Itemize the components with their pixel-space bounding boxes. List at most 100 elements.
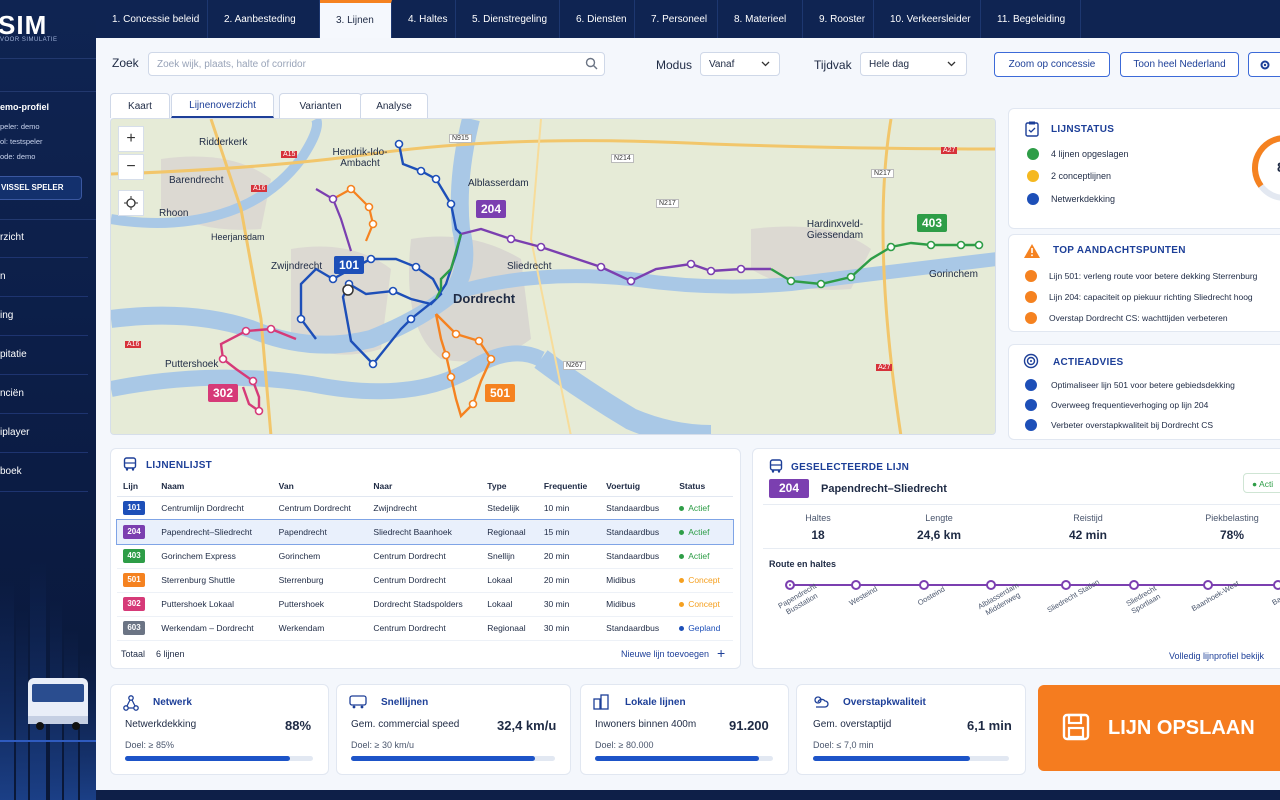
full-profile-link[interactable]: Volledig lijnprofiel bekijk [1169,651,1264,661]
settings-button[interactable] [1248,52,1280,77]
search-label: Zoek [112,56,139,70]
map-place-label: Heerjansdam [211,232,265,242]
attention-item: Lijn 204: capaciteit op piekuur richting… [1049,292,1253,302]
tab-tender[interactable]: 2. Aanbesteding [208,0,320,38]
map-line-badge-302[interactable]: 302 [208,384,238,402]
map-tab-kaart[interactable]: Kaart [110,93,170,118]
route-stop-marker[interactable] [1203,580,1213,590]
kpi-value: 6,1 min [967,718,1012,733]
tab-roster[interactable]: 9. Rooster [803,0,874,38]
main-content: Zoek Zoek wijk, plaats, halte of corrido… [96,38,1280,790]
lightning-icon [1025,399,1037,411]
map-tab-varianten[interactable]: Varianten [279,93,362,118]
nav-item-ing[interactable]: ing [0,298,88,336]
search-input[interactable]: Zoek wijk, plaats, halte of corridor [148,52,605,76]
map-line-badge-403[interactable]: 403 [917,214,947,232]
divider [0,58,96,59]
table-cell-lijn: 204 [117,520,156,545]
map-place-label: Alblasserdam [468,178,529,189]
route-map[interactable]: Ridderkerk Hendrik-Ido-Ambacht Barendrec… [110,118,996,435]
table-cell-voertuig: Standaardbus [600,544,674,569]
status-dot [679,578,685,584]
table-row[interactable]: 204 Papendrecht–Sliedrecht Papendrecht Slie… [116,519,734,545]
kpi-progress [813,756,1009,761]
status-text: Concept [688,575,720,585]
route-stop-marker[interactable] [919,580,929,590]
kpi-value: 91.200 [729,718,769,733]
kpi-progress-fill [813,756,970,761]
nav-item-n[interactable]: n [0,259,88,297]
tab-timetable[interactable]: 5. Dienstregeling [456,0,560,38]
map-place-label: Puttershoek [165,359,219,370]
total-label: Totaal [121,649,146,659]
table-cell-freq: 20 min [537,544,601,569]
table-row[interactable]: 501 Sterrenburg Shuttle Sterrenburg Centrum… [117,568,733,593]
nav-item-capacity[interactable]: pitatie [0,337,88,375]
table-cell-voertuig: Midibus [600,592,674,617]
tab-services[interactable]: 6. Diensten [560,0,635,38]
app-logo-subtitle: VOOR SIMULATIE [0,37,58,43]
add-line-link[interactable]: Nieuwe lijn toevoegen [621,649,709,659]
profile-line: ode: demo [0,152,36,161]
tab-concession[interactable]: 1. Concessie beleid [96,0,208,38]
zoom-in-button[interactable]: + [118,126,144,152]
locate-button[interactable] [118,190,144,216]
warning-icon [1024,244,1040,258]
nav-item-finance[interactable]: nciën [0,376,88,414]
table-cell-lijn: 302 [117,592,156,617]
table-row[interactable]: 101 Centrumlijn Dordrecht Centrum Dordrech… [117,496,733,521]
line-badge: 302 [123,597,145,611]
tab-traffic-controller[interactable]: 10. Verkeersleider [874,0,981,38]
road-shield: N267 [563,361,586,370]
table-cell-voertuig: Standaardbus [600,520,674,545]
status-dot [679,626,685,632]
zoom-concession-button[interactable]: Zoom op concessie [994,52,1110,77]
kpi-title: Lokale lijnen [625,697,686,708]
map-tab-analyse[interactable]: Analyse [360,93,428,118]
kpi-label: Inwoners binnen 400m [595,719,697,730]
line-badge: 101 [123,501,145,515]
selected-line-title: GESELECTEERDE LIJN [791,462,910,473]
tab-vehicles[interactable]: 8. Materieel [718,0,803,38]
nav-item-overview[interactable]: rzicht [0,220,88,258]
tab-guidance[interactable]: 11. Begeleiding [981,0,1081,38]
line-status-title: LIJNSTATUS [1051,124,1115,135]
switch-player-button[interactable]: VISSEL SPELER [0,176,82,200]
route-stop-marker[interactable] [785,580,795,590]
plus-icon[interactable]: + [717,645,725,661]
line-badge: 501 [123,573,145,587]
nav-item-book[interactable]: boek [0,454,88,492]
tijdvak-label: Tijdvak [814,58,852,72]
buildings-icon [593,694,609,710]
route-stop-label: Westeind [847,584,879,608]
status-concept: 2 conceptlijnen [1051,171,1112,181]
table-row[interactable]: 403 Gorinchem Express Gorinchem Centrum Dor… [117,544,733,569]
tab-personnel[interactable]: 7. Personeel [635,0,718,38]
crosshair-icon [124,196,138,210]
status-badge-text: Acti [1259,479,1274,489]
table-cell-van: Gorinchem [272,544,368,569]
map-tab-lijnenoverzicht[interactable]: Lijnenoverzicht [171,93,274,118]
zoom-out-button[interactable]: − [118,154,144,180]
tab-stops[interactable]: 4. Haltes [392,0,456,38]
table-row[interactable]: 603 Werkendam – Dordrecht Werkendam Centrum… [117,616,733,641]
tab-lines[interactable]: 3. Lijnen [320,0,392,38]
lightning-icon [1025,379,1037,391]
map-line-badge-204[interactable]: 204 [476,200,506,218]
save-line-button[interactable]: LIJN OPSLAAN [1038,685,1280,771]
col-header: Status [673,476,733,497]
route-stop-marker[interactable] [1129,580,1139,590]
nav-item-multiplayer[interactable]: iplayer [0,415,88,453]
table-cell-van: Werkendam [272,616,368,641]
route-stop-marker[interactable] [1061,580,1071,590]
route-stop-marker[interactable] [1273,580,1280,590]
attention-item: Lijn 501: verleng route voor betere dekk… [1049,271,1258,281]
map-line-badge-501[interactable]: 501 [485,384,515,402]
route-stop-marker[interactable] [851,580,861,590]
route-stop-marker[interactable] [986,580,996,590]
map-place-label: Hendrik-Ido-Ambacht [332,147,388,169]
search-icon[interactable] [585,57,598,70]
map-line-badge-101[interactable]: 101 [334,256,364,274]
show-netherlands-button[interactable]: Toon heel Nederland [1120,52,1239,77]
table-row[interactable]: 302 Puttershoek Lokaal Puttershoek Dordrech… [117,592,733,617]
